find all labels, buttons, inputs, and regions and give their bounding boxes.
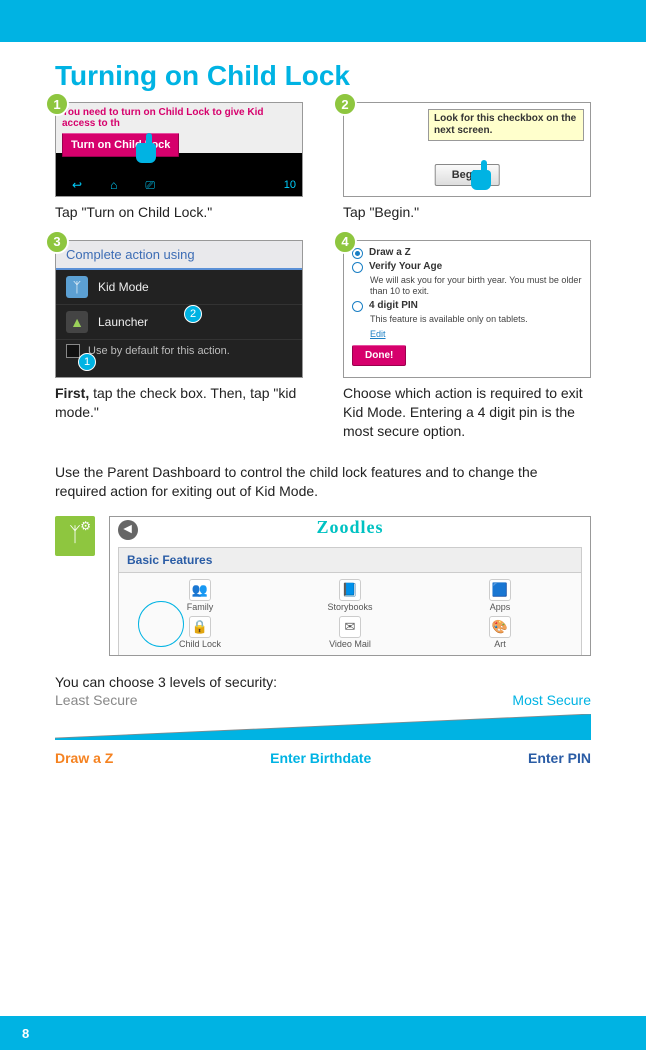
marker-1: 1 [78,353,96,371]
step-3: 3 Complete action using ᛉ Kid Mode ▲ Lau… [55,240,303,441]
security-opt-birthdate: Enter Birthdate [270,750,371,766]
dashboard-screenshot: ◄ Zoodles Basic Features 👥Family 📘Storyb… [109,516,591,656]
launcher-icon: ▲ [66,311,88,333]
step-2: 2 Look for this checkbox on the next scr… [343,102,591,222]
option-verify-age[interactable]: Verify Your Age [352,261,582,273]
radio-pin[interactable] [352,301,363,312]
storybooks-feature-label: Storybooks [285,602,415,612]
default-label: Use by default for this action. [88,345,230,357]
clock-icon: 10 [284,179,296,191]
art-feature-icon: 🎨 [489,616,511,638]
caption-3: First, tap the check box. Then, tap "kid… [55,384,303,422]
dialog-title: Complete action using [56,241,302,270]
wedge-shape [55,714,591,740]
verify-age-label: Verify Your Age [369,261,442,272]
caption-4: Choose which action is required to exit … [343,384,591,441]
back-button[interactable]: ◄ [118,520,138,540]
verify-age-sub: We will ask you for your birth year. You… [370,275,582,297]
video-mail-feature-icon: ✉ [339,616,361,638]
feature-family[interactable]: 👥Family [135,579,265,612]
features-grid: 👥Family 📘Storybooks 🟦Apps 🔒Child Lock ✉V… [119,573,581,649]
back-icon: ↩ [72,178,82,192]
step-badge-4: 4 [333,230,357,254]
storybooks-feature-icon: 📘 [339,579,361,601]
screenshot-3: Complete action using ᛉ Kid Mode ▲ Launc… [55,240,303,378]
child-lock-feature-icon: 🔒 [189,616,211,638]
child-lock-feature-label: Child Lock [135,639,265,649]
video-mail-feature-label: Video Mail [285,639,415,649]
launcher-label: Launcher [98,315,148,329]
page-number: 8 [22,1026,29,1041]
alert-text: You need to turn on Child Lock to give K… [62,107,296,129]
top-bar [0,0,646,42]
option-pin[interactable]: 4 digit PIN [352,300,582,312]
steps-grid: 1 You need to turn on Child Lock to give… [55,102,591,441]
screenshot-2: Look for this checkbox on the next scree… [343,102,591,197]
step-badge-1: 1 [45,92,69,116]
apps-feature-label: Apps [435,602,565,612]
option-kid-mode[interactable]: ᛉ Kid Mode [56,270,302,305]
page-content: Turning on Child Lock 1 You need to turn… [0,42,646,766]
security-intro: You can choose 3 levels of security: [55,674,591,690]
kid-mode-icon: ᛉ [66,276,88,298]
security-opt-draw-z: Draw a Z [55,750,113,766]
page-title: Turning on Child Lock [55,60,591,92]
default-checkbox[interactable] [66,344,80,358]
marker-2: 2 [184,305,202,323]
pin-sub: This feature is available only on tablet… [370,314,582,325]
dashboard-paragraph: Use the Parent Dashboard to control the … [55,463,591,502]
family-feature-label: Family [135,602,265,612]
kid-mode-label: Kid Mode [98,280,149,294]
recent-icon: ⎚ [145,178,155,193]
section-header: Basic Features [119,548,581,573]
security-range-labels: Least Secure Most Secure [55,692,591,708]
caption-3-bold: First, [55,385,89,401]
pin-label: 4 digit PIN [369,300,418,311]
edit-link[interactable]: Edit [370,329,582,339]
tap-hand-icon [471,170,497,197]
step-1: 1 You need to turn on Child Lock to give… [55,102,303,222]
app-banner: ◄ Zoodles [110,517,590,543]
basic-features-section: Basic Features 👥Family 📘Storybooks 🟦Apps… [118,547,582,656]
radio-verify-age[interactable] [352,262,363,273]
least-secure-label: Least Secure [55,692,138,708]
alert-banner: You need to turn on Child Lock to give K… [56,103,302,153]
app-banner-text: Zoodles [316,517,383,537]
step-badge-3: 3 [45,230,69,254]
security-options: Draw a Z Enter Birthdate Enter PIN [55,750,591,766]
security-opt-pin: Enter PIN [528,750,591,766]
option-launcher[interactable]: ▲ Launcher [56,305,302,340]
tap-hand-icon [136,143,162,175]
android-nav-bar: ↩ ⌂ ⎚ 10 [56,174,302,196]
feature-video-mail[interactable]: ✉Video Mail [285,616,415,649]
feature-child-lock[interactable]: 🔒Child Lock [135,616,265,649]
family-icon: ᛉ [69,524,81,547]
step-4: 4 Draw a Z Verify Your Age We will ask y… [343,240,591,441]
apps-feature-icon: 🟦 [489,579,511,601]
home-icon: ⌂ [110,178,117,192]
most-secure-label: Most Secure [512,692,591,708]
art-feature-label: Art [435,639,565,649]
caption-3-rest: tap the check box. Then, tap "kid mode." [55,385,296,420]
option-draw-z[interactable]: Draw a Z [352,247,582,259]
page-footer: 8 [0,1016,646,1050]
parent-dashboard-icon: ᛉ [55,516,95,556]
draw-z-label: Draw a Z [369,247,411,258]
feature-apps[interactable]: 🟦Apps [435,579,565,612]
family-feature-icon: 👥 [189,579,211,601]
dashboard-row: ᛉ ◄ Zoodles Basic Features 👥Family 📘Stor… [55,516,591,656]
feature-storybooks[interactable]: 📘Storybooks [285,579,415,612]
tooltip-box: Look for this checkbox on the next scree… [428,109,584,141]
screenshot-1: You need to turn on Child Lock to give K… [55,102,303,197]
caption-2: Tap "Begin." [343,203,591,222]
caption-1: Tap "Turn on Child Lock." [55,203,303,222]
screenshot-4: Draw a Z Verify Your Age We will ask you… [343,240,591,378]
done-button[interactable]: Done! [352,345,406,366]
security-wedge [55,714,591,740]
step-badge-2: 2 [333,92,357,116]
feature-art[interactable]: 🎨Art [435,616,565,649]
